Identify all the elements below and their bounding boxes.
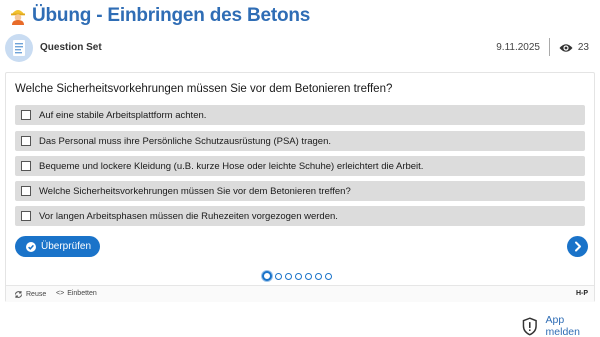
pagination-dot[interactable] — [325, 272, 332, 280]
checkbox[interactable] — [21, 211, 31, 221]
check-answer-label: Überprüfen — [41, 241, 92, 252]
next-question-button[interactable] — [567, 236, 588, 257]
page-title: Übung - Einbringen des Betons — [32, 5, 311, 26]
embed-label: Einbetten — [67, 290, 97, 297]
title-row: Übung - Einbringen des Betons — [10, 4, 310, 28]
answer-option-4[interactable]: Welche Sicherheitsvorkehrungen müssen Si… — [15, 181, 585, 201]
construction-worker-icon — [10, 7, 26, 25]
shield-alert-icon — [522, 316, 537, 336]
checkbox[interactable] — [21, 161, 31, 171]
answer-option-1[interactable]: Auf eine stabile Arbeitsplattform achten… — [15, 105, 585, 125]
answer-option-3[interactable]: Bequeme und lockere Kleidung (u.B. kurze… — [15, 156, 585, 176]
pagination-dot[interactable] — [305, 272, 312, 280]
embed-button[interactable]: <> Einbetten — [56, 290, 97, 297]
publish-date: 9.11.2025 — [496, 42, 540, 53]
question-text: Welche Sicherheitsvorkehrungen müssen Si… — [15, 83, 393, 95]
h5p-footer-bar: Reuse <> Einbetten H-P — [6, 285, 594, 302]
checkbox[interactable] — [21, 110, 31, 120]
meta-divider — [549, 38, 550, 56]
pagination-dot[interactable] — [275, 272, 282, 280]
answer-option-label: Bequeme und lockere Kleidung (u.B. kurze… — [39, 160, 424, 172]
answer-option-5[interactable]: Vor langen Arbeitsphasen müssen die Ruhe… — [15, 206, 585, 226]
pagination-dot[interactable] — [315, 272, 322, 280]
h5p-logo[interactable]: H-P — [576, 290, 588, 297]
answer-option-label: Das Personal muss ihre Persönliche Schut… — [39, 135, 331, 147]
report-app-label: App melden — [545, 314, 580, 337]
answer-option-label: Vor langen Arbeitsphasen müssen die Ruhe… — [39, 210, 338, 222]
reuse-label: Reuse — [26, 291, 47, 298]
question-set-card: Welche Sicherheitsvorkehrungen müssen Si… — [5, 72, 595, 302]
reuse-icon — [15, 291, 22, 298]
checkbox[interactable] — [21, 136, 31, 146]
pagination-dot[interactable] — [285, 272, 292, 280]
content-meta-bar: Question Set 9.11.2025 23 — [0, 33, 600, 63]
question-set-avatar — [5, 34, 33, 62]
check-answer-button[interactable]: Überprüfen — [15, 236, 100, 257]
pagination-dot-current[interactable] — [262, 271, 272, 281]
answer-option-label: Welche Sicherheitsvorkehrungen müssen Si… — [39, 185, 351, 197]
report-app-link[interactable]: App melden — [522, 314, 600, 337]
reuse-button[interactable]: Reuse — [14, 290, 46, 299]
answer-option-label: Auf eine stabile Arbeitsplattform achten… — [39, 109, 207, 121]
check-circle-icon — [26, 241, 36, 252]
view-count: 23 — [577, 42, 589, 53]
pagination-dot[interactable] — [295, 272, 302, 280]
content-type-label: Question Set — [40, 42, 102, 53]
answer-option-2[interactable]: Das Personal muss ihre Persönliche Schut… — [15, 131, 585, 151]
embed-icon: <> — [56, 290, 65, 297]
checkbox[interactable] — [21, 186, 31, 196]
eye-icon — [559, 41, 573, 53]
chevron-right-icon — [575, 241, 581, 252]
question-pagination — [262, 270, 335, 282]
